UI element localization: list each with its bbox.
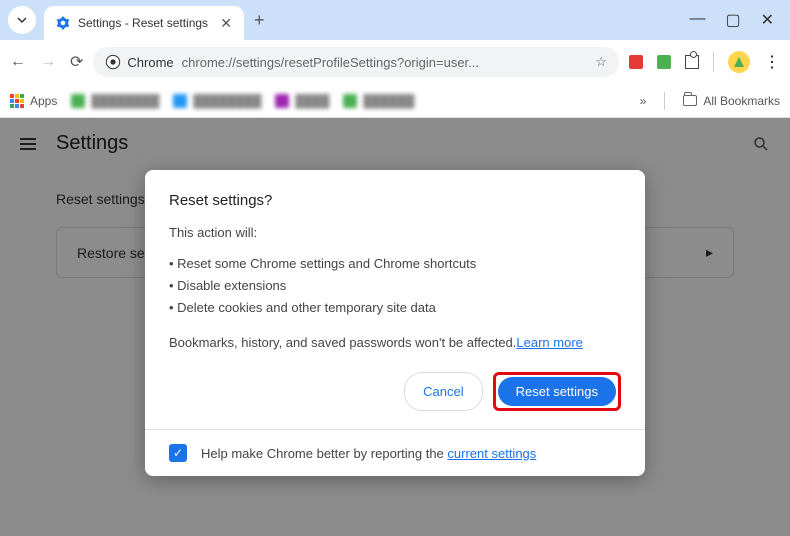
chrome-icon: [105, 54, 121, 70]
minimize-button[interactable]: —: [689, 10, 705, 30]
close-window-button[interactable]: ✕: [761, 10, 774, 30]
gear-icon: [56, 16, 70, 30]
bullet-item: • Reset some Chrome settings and Chrome …: [169, 253, 621, 275]
maximize-button[interactable]: ▢: [725, 10, 740, 30]
bookmark-star-button[interactable]: ☆: [595, 54, 607, 70]
extension-icon-2[interactable]: [657, 55, 671, 69]
bookmark-item[interactable]: ████: [275, 94, 329, 108]
browser-tab[interactable]: Settings - Reset settings ✕: [44, 6, 244, 40]
tab-search-button[interactable]: [8, 6, 36, 34]
dialog-title: Reset settings?: [169, 192, 621, 209]
chrome-chip-label: Chrome: [127, 55, 173, 70]
apps-label: Apps: [30, 94, 57, 108]
bookmarks-bar: Apps ████████ ████████ ████ ██████ » All…: [0, 84, 790, 118]
dialog-note: Bookmarks, history, and saved passwords …: [169, 333, 621, 353]
dialog-bullets: • Reset some Chrome settings and Chrome …: [169, 253, 621, 319]
apps-shortcut[interactable]: Apps: [10, 94, 57, 108]
reset-settings-dialog: Reset settings? This action will: • Rese…: [145, 170, 645, 476]
footer-text: Help make Chrome better by reporting the…: [201, 446, 536, 461]
extension-icon-1[interactable]: [629, 55, 643, 69]
all-bookmarks-label: All Bookmarks: [703, 94, 780, 108]
extensions-button[interactable]: [685, 55, 699, 69]
folder-icon: [683, 95, 697, 106]
tab-title: Settings - Reset settings: [78, 16, 212, 30]
dialog-intro: This action will:: [169, 223, 621, 243]
apps-icon: [10, 94, 24, 108]
forward-button[interactable]: →: [40, 53, 56, 71]
bookmark-item[interactable]: ████████: [173, 94, 261, 108]
separator: [664, 92, 665, 110]
bookmark-item[interactable]: ████████: [71, 94, 159, 108]
address-bar[interactable]: Chrome chrome://settings/resetProfileSet…: [93, 47, 619, 77]
browser-toolbar: ← → ⟳ Chrome chrome://settings/resetProf…: [0, 40, 790, 84]
bookmarks-overflow-button[interactable]: »: [640, 94, 647, 108]
all-bookmarks-button[interactable]: All Bookmarks: [683, 94, 780, 108]
reset-settings-button[interactable]: Reset settings: [498, 377, 616, 406]
new-tab-button[interactable]: +: [254, 10, 265, 31]
url-text: chrome://settings/resetProfileSettings?o…: [182, 55, 588, 70]
browser-menu-button[interactable]: ⋮: [764, 52, 780, 72]
current-settings-link[interactable]: current settings: [447, 446, 536, 461]
bullet-item: • Delete cookies and other temporary sit…: [169, 297, 621, 319]
learn-more-link[interactable]: Learn more: [516, 335, 582, 350]
bullet-item: • Disable extensions: [169, 275, 621, 297]
site-chip: Chrome: [105, 54, 173, 70]
bookmark-item[interactable]: ██████: [343, 94, 414, 108]
tab-strip: Settings - Reset settings ✕ + — ▢ ✕: [0, 0, 790, 40]
chevron-down-icon: [16, 14, 28, 26]
cancel-button[interactable]: Cancel: [404, 372, 482, 411]
dialog-footer: ✓ Help make Chrome better by reporting t…: [145, 429, 645, 476]
report-checkbox[interactable]: ✓: [169, 444, 187, 462]
window-controls: — ▢ ✕: [689, 10, 782, 30]
highlight-box: Reset settings: [493, 372, 621, 411]
separator: [713, 52, 714, 72]
reload-button[interactable]: ⟳: [70, 52, 83, 72]
profile-button[interactable]: [728, 51, 750, 73]
tab-close-button[interactable]: ✕: [220, 15, 232, 32]
back-button[interactable]: ←: [10, 53, 26, 71]
